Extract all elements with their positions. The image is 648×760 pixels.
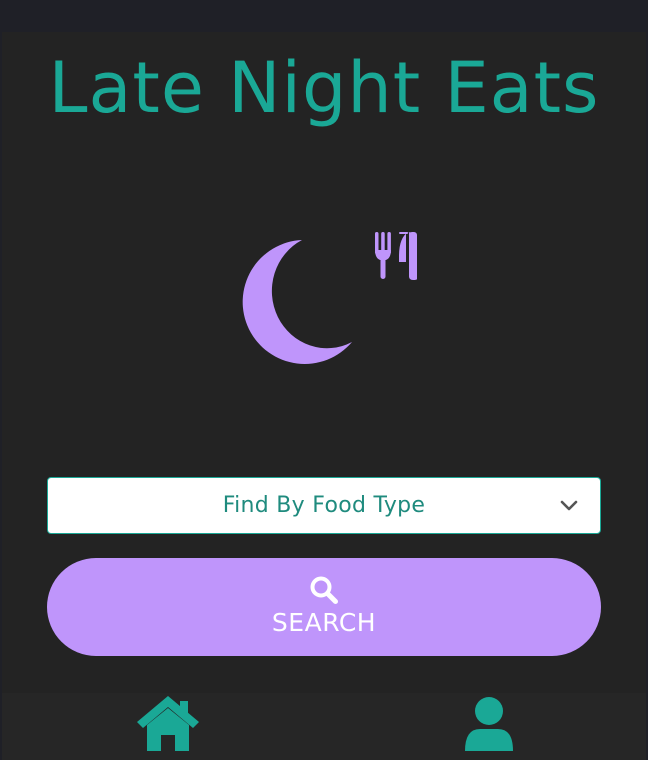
home-icon[interactable] [136,695,200,751]
app-logo [236,226,426,371]
top-strip [0,0,648,32]
search-icon [310,576,338,604]
search-button-label: SEARCH [271,608,377,637]
utensils-icon [375,232,417,280]
bottom-nav [2,693,646,760]
chevron-down-icon [560,500,578,511]
moon-icon [242,240,352,364]
user-icon[interactable] [462,695,516,751]
page-title: Late Night Eats [48,47,600,129]
search-button[interactable]: SEARCH [47,558,601,656]
food-type-select-value: Find By Food Type [222,493,426,518]
food-type-select[interactable]: Find By Food Type [47,477,601,534]
